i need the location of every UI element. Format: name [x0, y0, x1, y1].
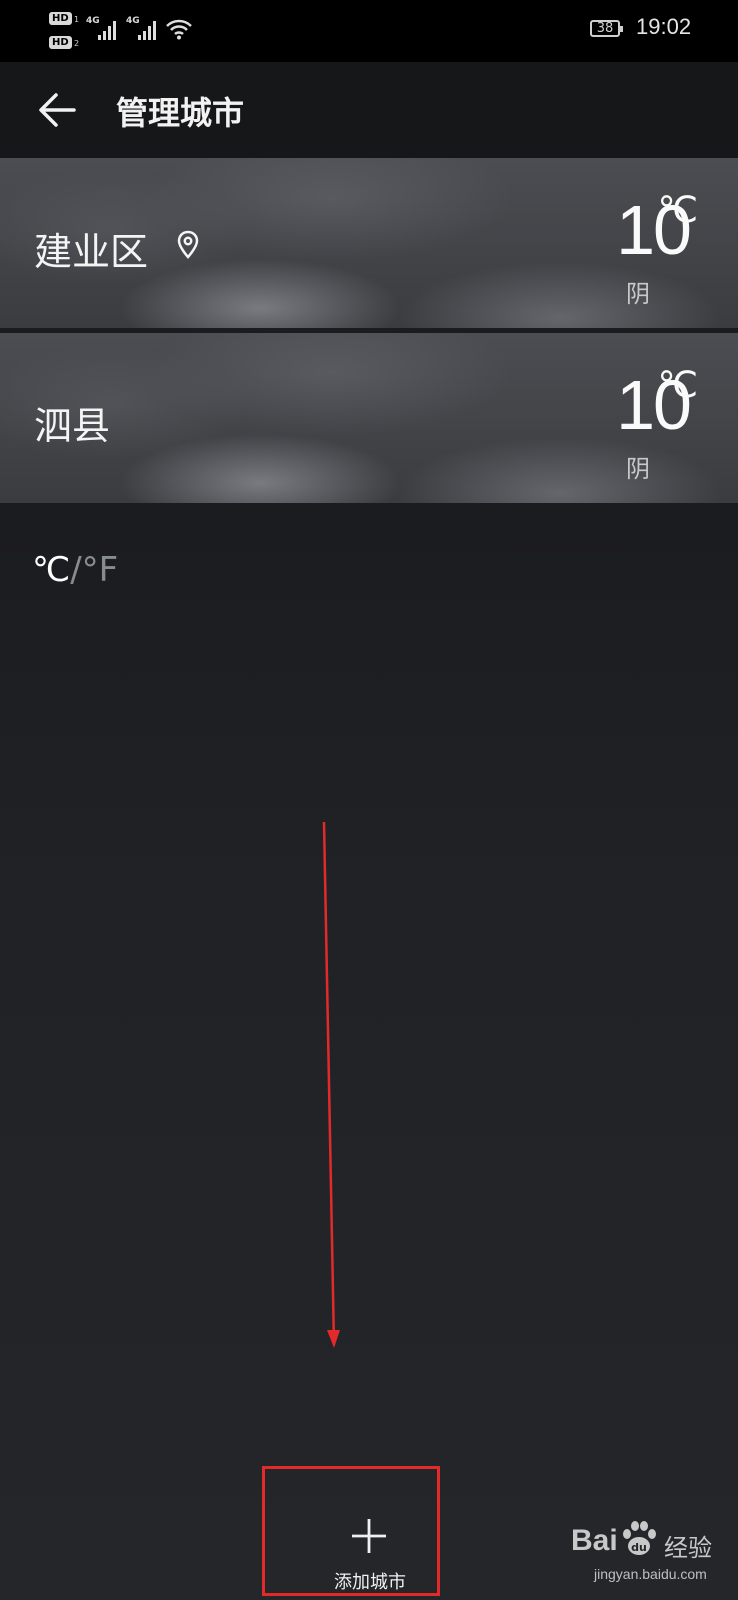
unit-separator: /	[70, 550, 82, 590]
location-pin-icon	[177, 230, 199, 259]
unit-fahrenheit[interactable]: °F	[82, 550, 119, 590]
watermark-url: jingyan.baidu.com	[594, 1566, 707, 1582]
signal-icon	[98, 20, 118, 40]
battery-indicator: 38	[590, 20, 623, 37]
status-bar: HD 1 HD 2 4G 4G 38 19:02	[0, 0, 738, 62]
city-card[interactable]: 建业区 10 ℃ 阴	[0, 158, 738, 328]
page-title: 管理城市	[116, 94, 245, 132]
svg-text:du: du	[631, 1541, 647, 1554]
city-name: 建业区	[34, 230, 149, 274]
plus-icon[interactable]	[350, 1517, 388, 1555]
signal-icon	[138, 20, 158, 40]
hd-badge-1: HD	[49, 12, 72, 25]
temperature-unit: ℃	[657, 190, 698, 231]
unit-toggle[interactable]: ℃/°F	[32, 550, 118, 590]
add-city-button[interactable]: 添加城市	[320, 1568, 420, 1594]
hd-badge-2: HD	[49, 36, 72, 49]
watermark-brand: Bai	[571, 1524, 618, 1557]
watermark-brand-suffix: 经验	[664, 1534, 712, 1562]
hd-badge-2-index: 2	[74, 39, 80, 48]
hd-badge-1-index: 1	[74, 15, 80, 24]
weather-condition: 阴	[626, 280, 650, 308]
city-name: 泗县	[34, 404, 111, 448]
status-time: 19:02	[636, 14, 692, 39]
temperature-unit: ℃	[657, 365, 698, 406]
arrow-left-icon[interactable]	[34, 87, 80, 133]
baidu-paw-icon: du	[623, 1521, 656, 1555]
app-bar: 管理城市	[0, 62, 738, 158]
unit-celsius[interactable]: ℃	[32, 550, 70, 590]
wifi-icon	[166, 19, 192, 40]
city-card[interactable]: 泗县 10 ℃ 阴	[0, 333, 738, 503]
weather-condition: 阴	[626, 455, 650, 483]
